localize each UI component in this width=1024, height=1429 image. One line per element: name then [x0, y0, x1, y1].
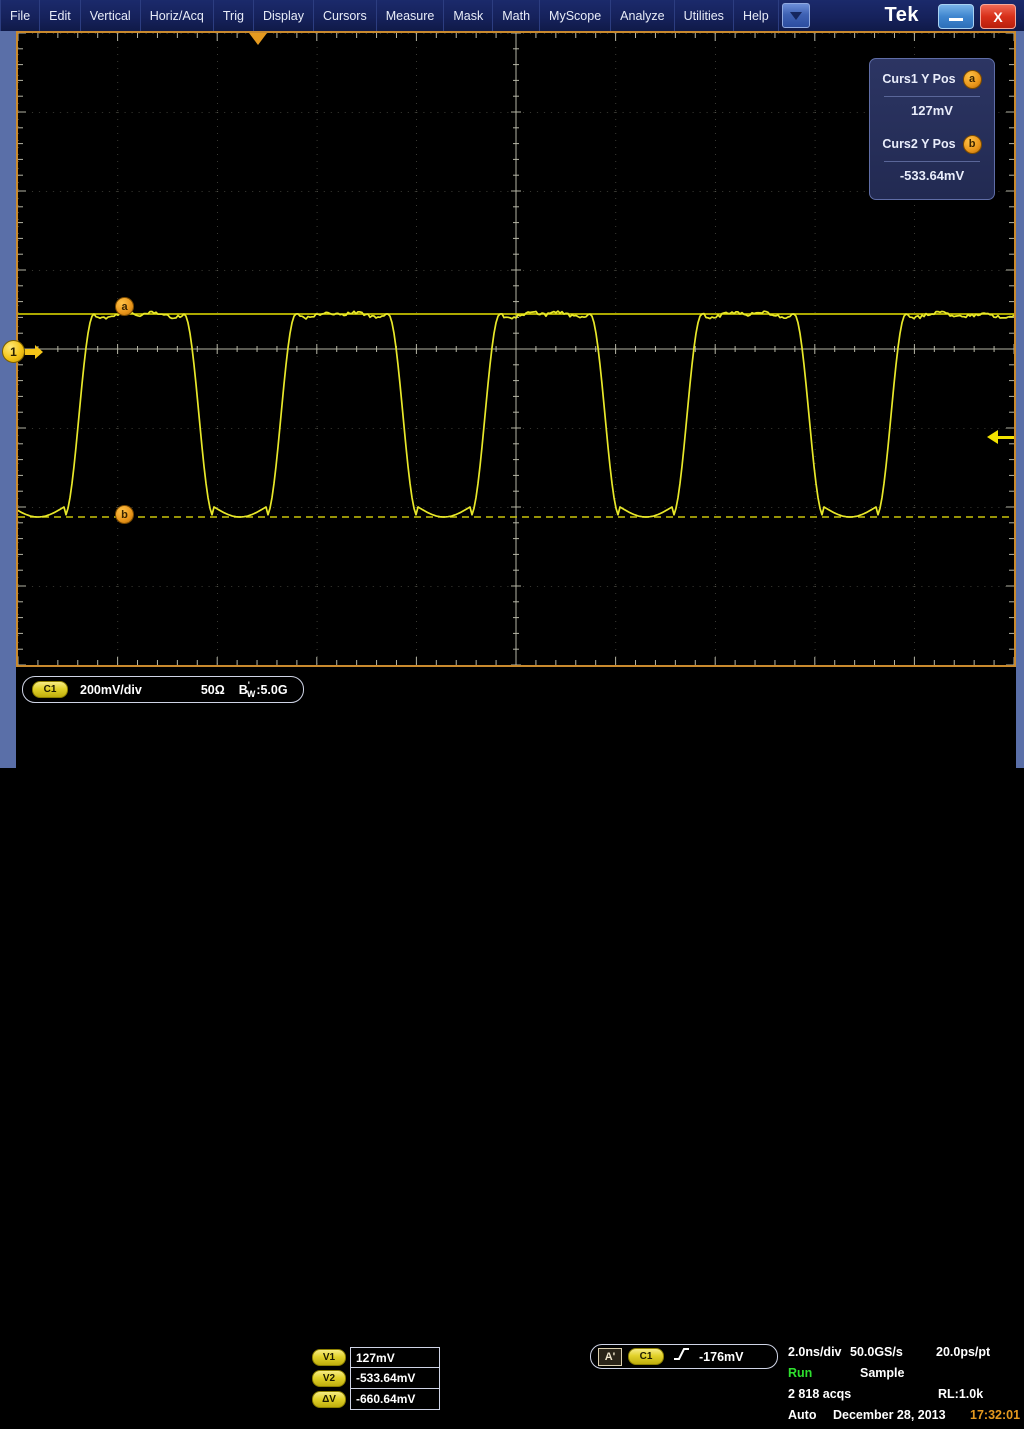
acq-mode: Sample: [860, 1366, 905, 1380]
curs2-badge-icon: b: [962, 134, 982, 154]
menu-item-utilities[interactable]: Utilities: [675, 0, 734, 31]
oscilloscope-window: File Edit Vertical Horiz/Acq Trig Displa…: [0, 0, 1024, 1422]
sample-rate: 50.0GS/s: [850, 1345, 903, 1359]
cursor-value-row: V1 127mV: [312, 1347, 440, 1368]
status-line-acqs: 2 818 acqs RL:1.0k: [788, 1387, 1020, 1408]
menu-item-measure[interactable]: Measure: [377, 0, 445, 31]
status-line-runstate: Run Sample: [788, 1366, 1020, 1387]
menu-item-cursors[interactable]: Cursors: [314, 0, 377, 31]
menu-item-analyze[interactable]: Analyze: [611, 0, 675, 31]
record-length: RL:1.0k: [938, 1387, 984, 1401]
close-button[interactable]: X: [980, 4, 1016, 29]
curs1-separator: [884, 96, 980, 97]
graticule-border: a b: [16, 31, 1016, 667]
channel-1-pill[interactable]: C1: [32, 681, 68, 698]
v2-pill[interactable]: V2: [312, 1370, 346, 1387]
menu-item-myscope[interactable]: MyScope: [540, 0, 612, 31]
tek-logo: Tek: [884, 4, 919, 26]
run-state: Run: [788, 1366, 813, 1380]
curs1-label: Curs1 Y Pos: [882, 72, 956, 86]
channel-1-badge: 1: [2, 340, 25, 363]
waveform-svg: [18, 33, 1014, 665]
delta-v-pill[interactable]: ΔV: [312, 1391, 346, 1408]
cursor-values-box[interactable]: V1 127mV V2 -533.64mV ΔV -660.64mV: [312, 1347, 440, 1411]
bandwidth-label: BW ':5.0G: [239, 679, 288, 699]
cursor-value-row: V2 -533.64mV: [312, 1368, 440, 1389]
impedance-label: 50Ω: [200, 682, 225, 697]
waveform-display[interactable]: [18, 33, 1014, 665]
resolution: 20.0ps/pt: [936, 1345, 991, 1359]
cursor-a-handle[interactable]: a: [115, 297, 134, 316]
channel-1-pointer-icon: [25, 344, 43, 359]
acquisition-count: 2 818 acqs: [788, 1387, 852, 1401]
trigger-mode-badge[interactable]: A': [598, 1347, 622, 1366]
channel-settings-box[interactable]: C1 200mV/div 50Ω BW ':5.0G: [22, 676, 304, 703]
chevron-down-icon[interactable]: [781, 3, 810, 28]
right-gutter: [1016, 31, 1024, 667]
date-label: December 28, 2013: [833, 1408, 946, 1422]
menu-item-display[interactable]: Display: [254, 0, 314, 31]
volts-per-div-label: 200mV/div: [80, 682, 142, 697]
menu-spacer: [814, 0, 871, 31]
curs1-value: 127mV: [911, 103, 953, 118]
chevron-down-glyph: [789, 11, 802, 20]
time-per-div: 2.0ns/div: [788, 1345, 842, 1359]
delta-v-value: -660.64mV: [350, 1389, 440, 1410]
trigger-level-value: -176mV: [699, 1349, 744, 1364]
curs1-row: Curs1 Y Pos a: [870, 69, 994, 89]
curs2-value: -533.64mV: [899, 168, 965, 183]
bottom-left-gutter: [0, 667, 16, 768]
panel-gap: [870, 118, 994, 134]
curs2-separator: [884, 161, 980, 162]
cursor-value-row: ΔV -660.64mV: [312, 1389, 440, 1410]
clock-label: 17:32:01: [970, 1408, 1021, 1422]
minimize-button[interactable]: [938, 4, 974, 29]
trigger-source-pill[interactable]: C1: [628, 1348, 664, 1365]
rising-edge-icon[interactable]: [673, 1346, 690, 1367]
v1-pill[interactable]: V1: [312, 1349, 346, 1366]
bandwidth-subscript: W: [246, 688, 256, 699]
channel-1-ground-marker[interactable]: 1: [2, 340, 43, 363]
menu-item-math[interactable]: Math: [493, 0, 541, 31]
status-line-timebase: 2.0ns/div 50.0GS/s 20.0ps/pt: [788, 1345, 1020, 1366]
v2-value: -533.64mV: [350, 1368, 440, 1389]
cursor-readout-panel[interactable]: Curs1 Y Pos a 127mV Curs2 Y Pos b -533.6…: [869, 58, 995, 200]
menu-item-horiz-acq[interactable]: Horiz/Acq: [141, 0, 214, 31]
menu-bar: File Edit Vertical Horiz/Acq Trig Displa…: [0, 0, 1024, 32]
menu-item-trig[interactable]: Trig: [214, 0, 254, 31]
v1-value: 127mV: [350, 1347, 440, 1368]
status-line-datetime: Auto December 28, 2013 17:32:01: [788, 1408, 1020, 1429]
trigger-level-arrow-icon: [987, 430, 998, 444]
cursor-b-handle[interactable]: b: [115, 505, 134, 524]
trigger-level-tail: [998, 435, 1014, 439]
trigger-position-marker[interactable]: [249, 33, 267, 45]
bottom-right-gutter: [1016, 667, 1024, 768]
acquisition-status-box: 2.0ns/div 50.0GS/s 20.0ps/pt Run Sample …: [788, 1345, 1020, 1429]
bandwidth-value: :5.0G: [256, 682, 288, 697]
menu-item-vertical[interactable]: Vertical: [81, 0, 141, 31]
curs1-badge-icon: a: [962, 69, 982, 89]
menu-item-mask[interactable]: Mask: [444, 0, 494, 31]
trigger-settings-box[interactable]: A' C1 -176mV: [590, 1344, 778, 1369]
menu-item-edit[interactable]: Edit: [40, 0, 81, 31]
minimize-icon: [949, 18, 963, 21]
rising-edge-glyph: [674, 1348, 689, 1360]
curs2-label: Curs2 Y Pos: [882, 137, 956, 151]
curs2-row: Curs2 Y Pos b: [870, 134, 994, 154]
menu-item-file[interactable]: File: [0, 0, 41, 31]
trigger-mode: Auto: [788, 1408, 817, 1422]
bottom-status-bar: C1 200mV/div 50Ω BW ':5.0G V1 127mV V2 -5…: [0, 667, 1024, 1422]
menu-item-help[interactable]: Help: [734, 0, 779, 31]
trigger-level-marker[interactable]: [987, 430, 1014, 444]
bandwidth-prime: ': [247, 679, 250, 690]
